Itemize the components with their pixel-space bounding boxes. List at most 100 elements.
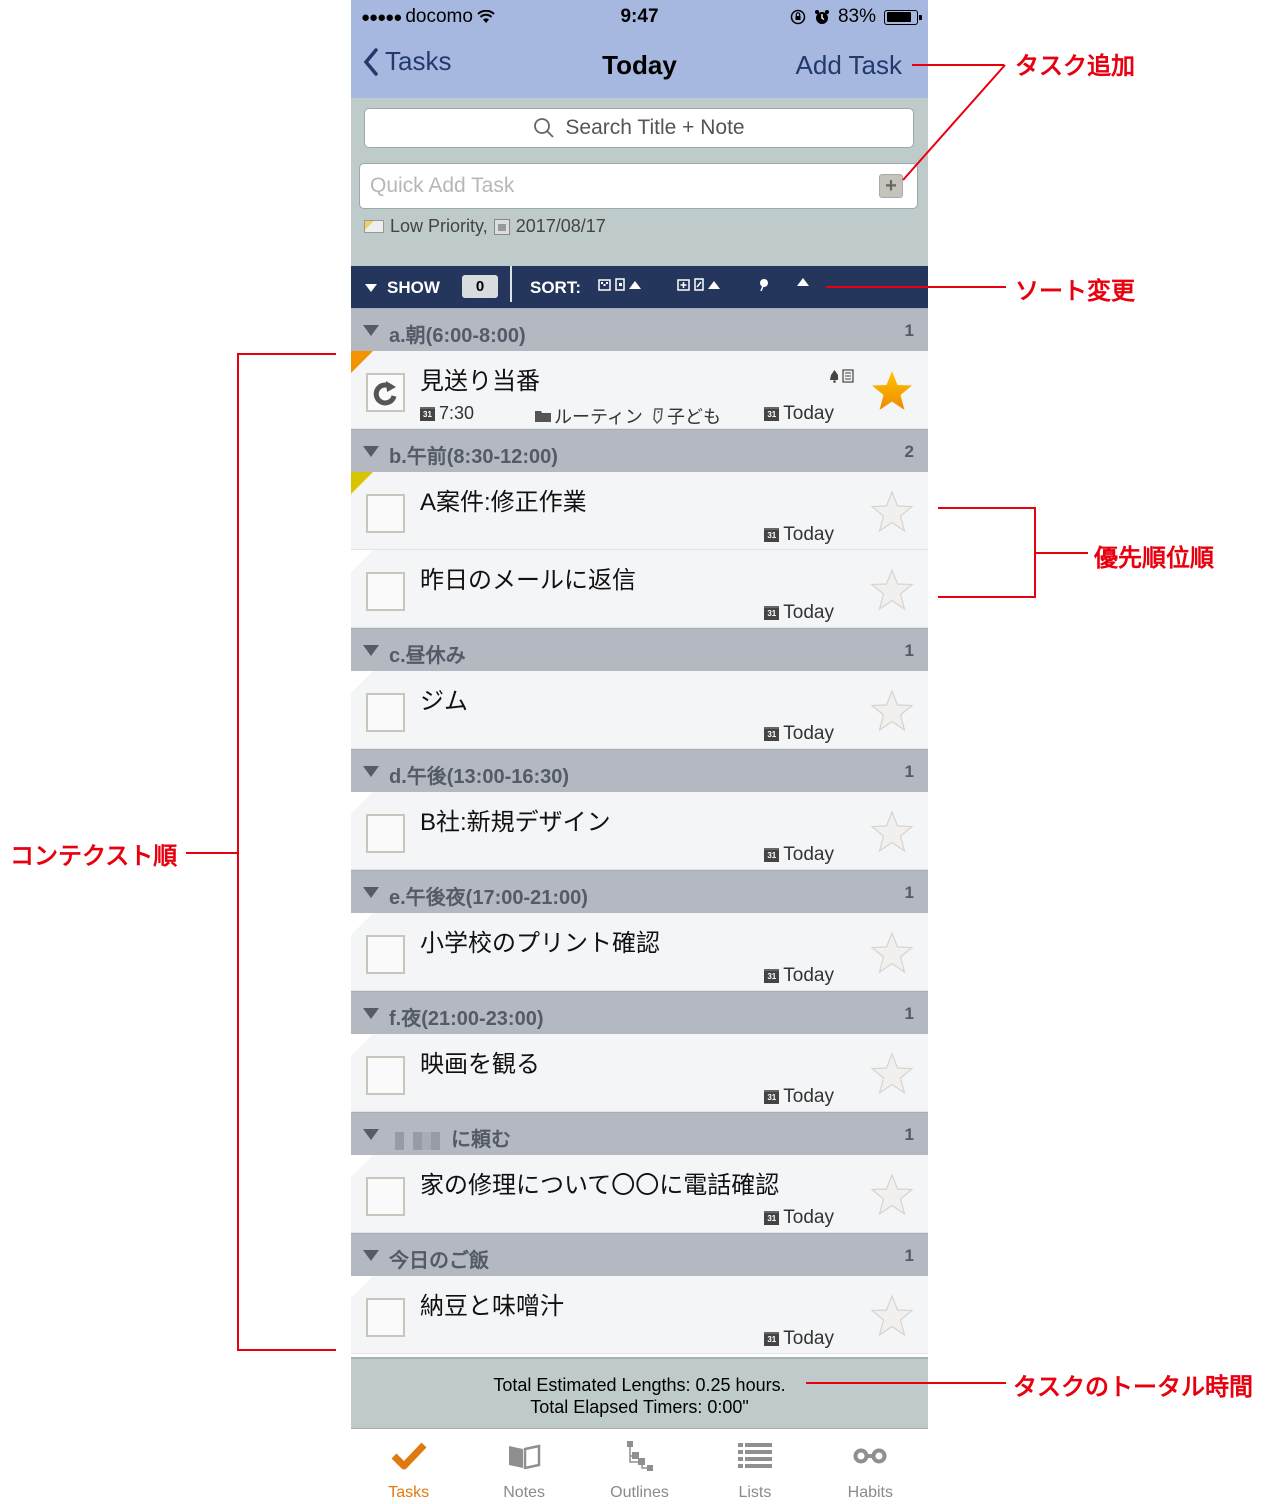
tab-lists[interactable]: Lists bbox=[697, 1430, 812, 1504]
show-label: SHOW bbox=[387, 278, 440, 297]
collapse-triangle-icon bbox=[363, 1008, 379, 1019]
star-empty-icon[interactable] bbox=[870, 490, 914, 539]
star-empty-icon[interactable] bbox=[870, 568, 914, 617]
task-row[interactable]: 昨日のメールに返信 31 Today bbox=[351, 550, 928, 628]
add-task-button[interactable]: Add Task bbox=[796, 50, 902, 81]
tab-outlines[interactable]: Outlines bbox=[582, 1430, 697, 1504]
task-row[interactable]: 見送り当番 31 7:30 ルーティン 子ども 31 Today bbox=[351, 351, 928, 429]
show-filter-button[interactable]: SHOW bbox=[365, 278, 440, 298]
calendar-icon: 31 bbox=[764, 407, 780, 421]
task-title: A案件:修正作業 bbox=[420, 489, 587, 516]
task-row[interactable]: 家の修理について〇〇に電話確認 31 Today bbox=[351, 1155, 928, 1233]
task-checkbox[interactable] bbox=[366, 1177, 405, 1216]
sort-priority-button[interactable] bbox=[677, 278, 720, 291]
context-group-header[interactable]: c.昼休み 1 bbox=[351, 628, 928, 671]
tab-tasks[interactable]: Tasks bbox=[351, 1430, 466, 1504]
star-empty-icon[interactable] bbox=[870, 689, 914, 738]
context-group-header[interactable]: 今日のご飯 1 bbox=[351, 1233, 928, 1276]
book-icon bbox=[509, 1444, 541, 1469]
context-name: e.午後夜(17:00-21:00) bbox=[389, 887, 588, 909]
context-count: 1 bbox=[904, 641, 914, 660]
task-row[interactable]: B社:新規デザイン 31 Today bbox=[351, 792, 928, 870]
task-checkbox[interactable] bbox=[366, 935, 405, 974]
quick-add-defaults[interactable]: Low Priority, 2017/08/17 bbox=[364, 216, 606, 237]
context-icon bbox=[598, 278, 611, 291]
task-row[interactable]: A案件:修正作業 31 Today bbox=[351, 472, 928, 550]
calendar-icon: 31 bbox=[764, 1211, 780, 1225]
task-checkbox[interactable] bbox=[366, 814, 405, 853]
tab-label: Outlines bbox=[610, 1484, 669, 1501]
quick-add-field[interactable]: + bbox=[359, 163, 918, 209]
tab-label: Lists bbox=[738, 1484, 772, 1501]
sort-label: SORT: bbox=[530, 278, 581, 297]
task-row[interactable]: 小学校のプリント確認 31 Today bbox=[351, 913, 928, 991]
annotation-line bbox=[806, 1382, 1006, 1384]
battery-fill bbox=[886, 12, 911, 22]
star-empty-icon[interactable] bbox=[870, 1173, 914, 1222]
context-count: 1 bbox=[904, 1125, 914, 1144]
back-button[interactable]: Tasks bbox=[363, 46, 451, 77]
context-count: 1 bbox=[904, 321, 914, 340]
context-count: 1 bbox=[904, 762, 914, 781]
task-folder: ルーティン bbox=[535, 403, 643, 429]
star-empty-icon[interactable] bbox=[870, 1294, 914, 1343]
annotation-line bbox=[826, 286, 1006, 288]
task-indicators bbox=[829, 369, 854, 383]
context-group-header[interactable]: f.夜(21:00-23:00) 1 bbox=[351, 991, 928, 1034]
context-name: d.午後(13:00-16:30) bbox=[389, 766, 570, 788]
annotation-sort-change: ソート変更 bbox=[1015, 277, 1135, 305]
task-row[interactable]: 映画を観る 31 Today bbox=[351, 1034, 928, 1112]
context-count: 1 bbox=[904, 1246, 914, 1265]
priority-flag bbox=[351, 351, 373, 373]
blurred-name bbox=[389, 1131, 449, 1150]
annotation-add-task: タスク追加 bbox=[1015, 52, 1135, 80]
search-placeholder: Search Title + Note bbox=[565, 116, 745, 139]
task-checkbox[interactable] bbox=[366, 693, 405, 732]
context-group-header[interactable]: に頼む 1 bbox=[351, 1112, 928, 1155]
task-row[interactable]: 納豆と味噌汁 31 Today bbox=[351, 1276, 928, 1354]
sort-star-button[interactable] bbox=[759, 278, 769, 292]
sort-context-button[interactable] bbox=[598, 278, 641, 291]
context-name: 今日のご飯 bbox=[389, 1250, 489, 1272]
context-group-header[interactable]: a.朝(6:00-8:00) 1 bbox=[351, 308, 928, 351]
annotation-line bbox=[238, 1349, 336, 1351]
calendar-icon: 31 bbox=[764, 727, 780, 741]
default-priority: Low Priority, bbox=[390, 216, 488, 236]
summary-footer: Total Estimated Lengths: 0.25 hours. Tot… bbox=[351, 1357, 928, 1429]
search-input[interactable]: Search Title + Note bbox=[364, 108, 914, 148]
annotation-line bbox=[938, 507, 1036, 509]
sort-direction-button[interactable] bbox=[797, 278, 809, 286]
chevron-left-icon bbox=[363, 47, 378, 76]
task-title: 納豆と味噌汁 bbox=[420, 1293, 564, 1320]
star-filled-icon[interactable] bbox=[870, 369, 914, 418]
task-title: 家の修理について〇〇に電話確認 bbox=[420, 1172, 780, 1199]
task-checkbox[interactable] bbox=[366, 1298, 405, 1337]
priority-flag bbox=[351, 1034, 373, 1056]
tab-notes[interactable]: Notes bbox=[466, 1430, 581, 1504]
task-row[interactable]: ジム 31 Today bbox=[351, 671, 928, 749]
search-icon bbox=[534, 118, 555, 138]
collapse-triangle-icon bbox=[363, 1129, 379, 1140]
search-area: Search Title + Note + Low Priority, 2017… bbox=[351, 98, 928, 266]
context-group-header[interactable]: b.午前(8:30-12:00) 2 bbox=[351, 429, 928, 472]
context-group-header[interactable]: e.午後夜(17:00-21:00) 1 bbox=[351, 870, 928, 913]
task-checkbox[interactable] bbox=[366, 494, 405, 533]
context-name: a.朝(6:00-8:00) bbox=[389, 325, 526, 347]
navigation-bar: Tasks Today Add Task bbox=[351, 40, 928, 90]
annotation-diagonal-line bbox=[902, 64, 1006, 181]
task-due-date: 31 Today bbox=[764, 1207, 834, 1229]
star-empty-icon[interactable] bbox=[870, 810, 914, 859]
total-estimated-lengths: Total Estimated Lengths: 0.25 hours. bbox=[493, 1375, 786, 1395]
star-empty-icon[interactable] bbox=[870, 1052, 914, 1101]
quick-add-input[interactable] bbox=[360, 164, 840, 208]
rotation-lock-icon bbox=[790, 9, 806, 25]
context-group-header[interactable]: d.午後(13:00-16:30) 1 bbox=[351, 749, 928, 792]
star-empty-icon[interactable] bbox=[870, 931, 914, 980]
annotation-priority-order: 優先順位順 bbox=[1094, 544, 1214, 572]
tab-habits[interactable]: Habits bbox=[813, 1430, 928, 1504]
task-checkbox[interactable] bbox=[366, 1056, 405, 1095]
repeat-checkbox[interactable] bbox=[366, 373, 405, 412]
task-due-date: 31 Today bbox=[764, 524, 834, 546]
task-checkbox[interactable] bbox=[366, 572, 405, 611]
context-name: f.夜(21:00-23:00) bbox=[389, 1008, 544, 1030]
